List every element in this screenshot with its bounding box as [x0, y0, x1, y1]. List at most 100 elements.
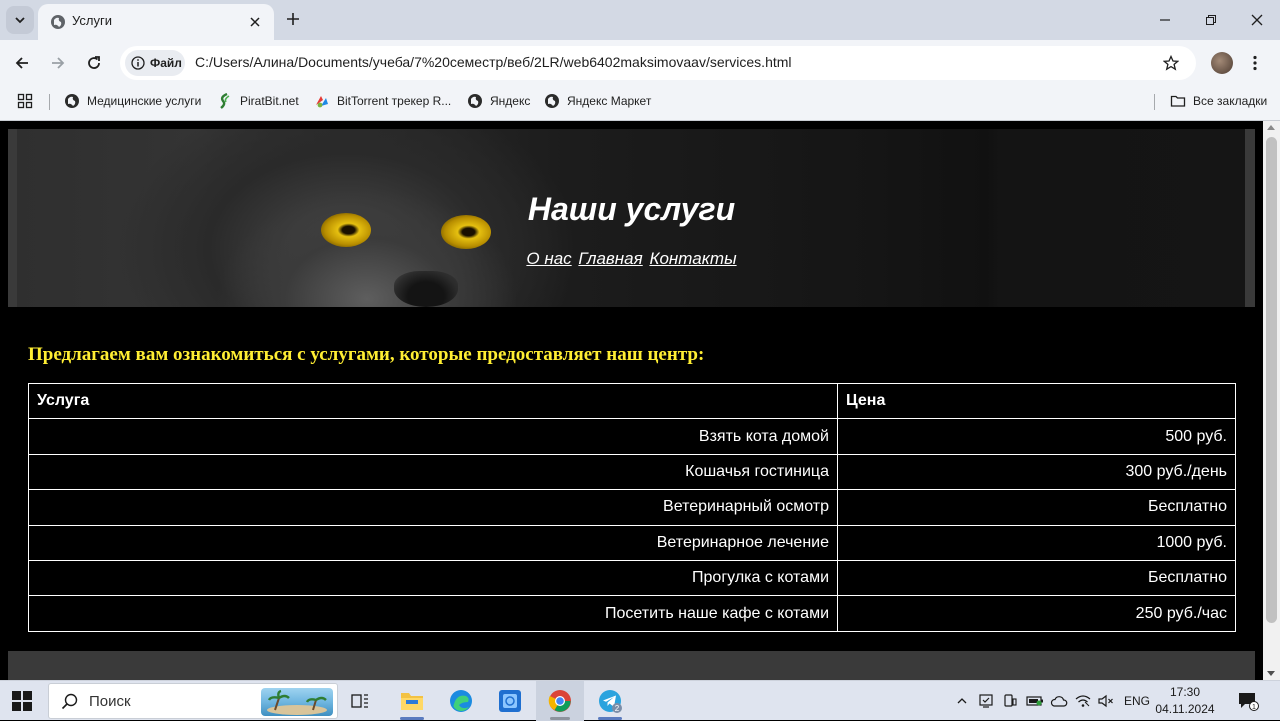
service-price: 300 руб./день — [837, 453, 1236, 491]
column-header-service: Услуга — [28, 382, 838, 420]
nav-link-contacts[interactable]: Контакты — [649, 249, 736, 268]
tab-close-button[interactable] — [246, 13, 264, 31]
tray-wifi[interactable] — [1072, 681, 1094, 721]
window-close-button[interactable] — [1244, 8, 1270, 32]
telegram-icon: 2 — [599, 690, 622, 713]
table-row: Взять кота домой 500 руб. — [28, 418, 1236, 455]
search-icon — [61, 693, 78, 710]
edge-icon — [450, 690, 472, 712]
cloud-icon — [1050, 696, 1068, 707]
bookmark-label: Медицинские услуги — [87, 94, 202, 108]
service-name: Кошачья гостиница — [28, 453, 838, 491]
table-row: Посетить наше кафе с котами 250 руб./час — [28, 595, 1236, 632]
bookmark-medical[interactable]: Медицинские услуги — [64, 91, 201, 111]
nav-link-about[interactable]: О нас — [526, 249, 571, 268]
close-icon — [250, 17, 260, 27]
start-button[interactable] — [12, 691, 32, 711]
page-viewport: Наши услуги О нас Главная Контакты Предл… — [0, 121, 1263, 680]
service-name: Ветеринарное лечение — [28, 524, 838, 561]
table-row: Ветеринарное лечение 1000 руб. — [28, 524, 1236, 561]
arrow-right-icon — [52, 57, 65, 69]
bittorrent-icon — [316, 96, 328, 108]
forward-button[interactable] — [45, 50, 71, 76]
bookmark-bittorrent[interactable]: BitTorrent трекер R... — [314, 91, 451, 111]
task-view-icon — [351, 694, 368, 708]
tray-volume[interactable] — [1096, 681, 1116, 721]
taskbar-clock[interactable]: 17:30 04.11.2024 — [1152, 684, 1218, 718]
scroll-up-arrow[interactable] — [1267, 125, 1275, 130]
tray-onedrive[interactable] — [1048, 681, 1070, 721]
phone-link-icon — [1004, 694, 1017, 707]
bookmark-label: PiratBit.net — [240, 94, 299, 108]
taskbar-search-box[interactable]: Поиск — [48, 683, 338, 719]
back-button[interactable] — [9, 50, 35, 76]
apps-button[interactable] — [17, 91, 33, 111]
bookmark-yandex[interactable]: Яндекс — [467, 91, 530, 111]
site-header: Наши услуги О нас Главная Контакты — [8, 129, 1255, 307]
search-highlight-image — [261, 688, 333, 716]
bookmarks-bar: Медицинские услуги PiratBit.net BitTorre… — [0, 86, 1280, 116]
tray-devices[interactable] — [1000, 681, 1020, 721]
service-price: 1000 руб. — [837, 524, 1236, 561]
bookmark-star-button[interactable] — [1160, 52, 1182, 74]
url-text[interactable]: C:/Users/Алина/Documents/учеба/7%20семес… — [195, 54, 792, 70]
service-name: Прогулка с котами — [28, 559, 838, 597]
scroll-down-arrow[interactable] — [1267, 671, 1275, 676]
new-tab-button[interactable] — [282, 8, 304, 30]
browser-tab-strip: Услуги — [0, 0, 1280, 40]
task-view-button[interactable] — [336, 681, 384, 721]
taskbar-telegram[interactable]: 2 — [586, 681, 634, 721]
service-price: 500 руб. — [837, 418, 1236, 455]
chevron-down-icon — [15, 17, 25, 24]
minimize-button[interactable] — [1152, 8, 1178, 32]
notifications-button[interactable]: 1 — [1234, 681, 1262, 721]
services-intro: Предлагаем вам ознакомиться с услугами, … — [28, 344, 705, 365]
restore-button[interactable] — [1198, 8, 1224, 32]
apps-grid-icon — [17, 93, 33, 109]
globe-icon — [468, 94, 482, 108]
taskbar-edge[interactable] — [437, 681, 485, 721]
service-name: Ветеринарный осмотр — [28, 489, 838, 526]
folder-icon — [401, 693, 423, 710]
address-bar[interactable]: Файл C:/Users/Алина/Documents/учеба/7%20… — [120, 46, 1196, 80]
browser-menu-button[interactable] — [1244, 52, 1266, 74]
bookmark-piratbit[interactable]: PiratBit.net — [217, 91, 299, 111]
nav-link-home[interactable]: Главная — [578, 249, 642, 268]
site-nav: О нас Главная Контакты — [8, 249, 1255, 269]
scrollbar-thumb[interactable] — [1266, 137, 1277, 623]
windows-logo-pane — [23, 691, 32, 700]
table-row: Кошачья гостиница 300 руб./день — [28, 453, 1236, 491]
profile-avatar[interactable] — [1211, 52, 1233, 74]
restore-icon — [1206, 15, 1216, 25]
all-bookmarks-button[interactable]: Все закладки — [1170, 91, 1267, 111]
bookmark-yandex-market[interactable]: Яндекс Маркет — [544, 91, 651, 111]
service-name: Взять кота домой — [28, 418, 838, 455]
tab-search-button[interactable] — [6, 6, 34, 34]
bookmark-label: Яндекс — [490, 94, 531, 108]
tray-security[interactable] — [976, 681, 996, 721]
battery-icon — [1026, 696, 1043, 706]
services-table: Услуга Цена Взять кота домой 500 руб. Ко… — [28, 382, 1236, 632]
tray-language[interactable]: ENG — [1120, 681, 1154, 721]
notification-icon: 1 — [1239, 693, 1259, 711]
site-info-chip[interactable]: Файл — [125, 50, 185, 76]
globe-icon — [545, 94, 559, 108]
tray-battery[interactable] — [1024, 681, 1046, 721]
windows-taskbar: Поиск 2 ENG 17:30 04.11.2024 1 — [0, 680, 1280, 721]
clock-time: 17:30 — [1169, 685, 1201, 699]
tray-overflow-button[interactable] — [953, 681, 971, 721]
reload-button[interactable] — [81, 50, 107, 76]
island-illustration — [267, 689, 327, 715]
cat-nose — [394, 271, 458, 307]
windows-logo-pane — [12, 691, 21, 700]
all-bookmarks-label: Все закладки — [1193, 94, 1268, 108]
taskbar-chrome[interactable] — [536, 681, 584, 721]
service-name: Посетить наше кафе с котами — [28, 595, 838, 632]
chrome-icon — [548, 690, 571, 712]
column-header-price: Цена — [837, 382, 1236, 420]
taskbar-file-explorer[interactable] — [388, 681, 436, 721]
page-scrollbar[interactable] — [1263, 121, 1280, 680]
tab-services[interactable]: Услуги — [38, 4, 274, 40]
wifi-icon — [1075, 695, 1091, 707]
taskbar-app[interactable] — [486, 681, 534, 721]
